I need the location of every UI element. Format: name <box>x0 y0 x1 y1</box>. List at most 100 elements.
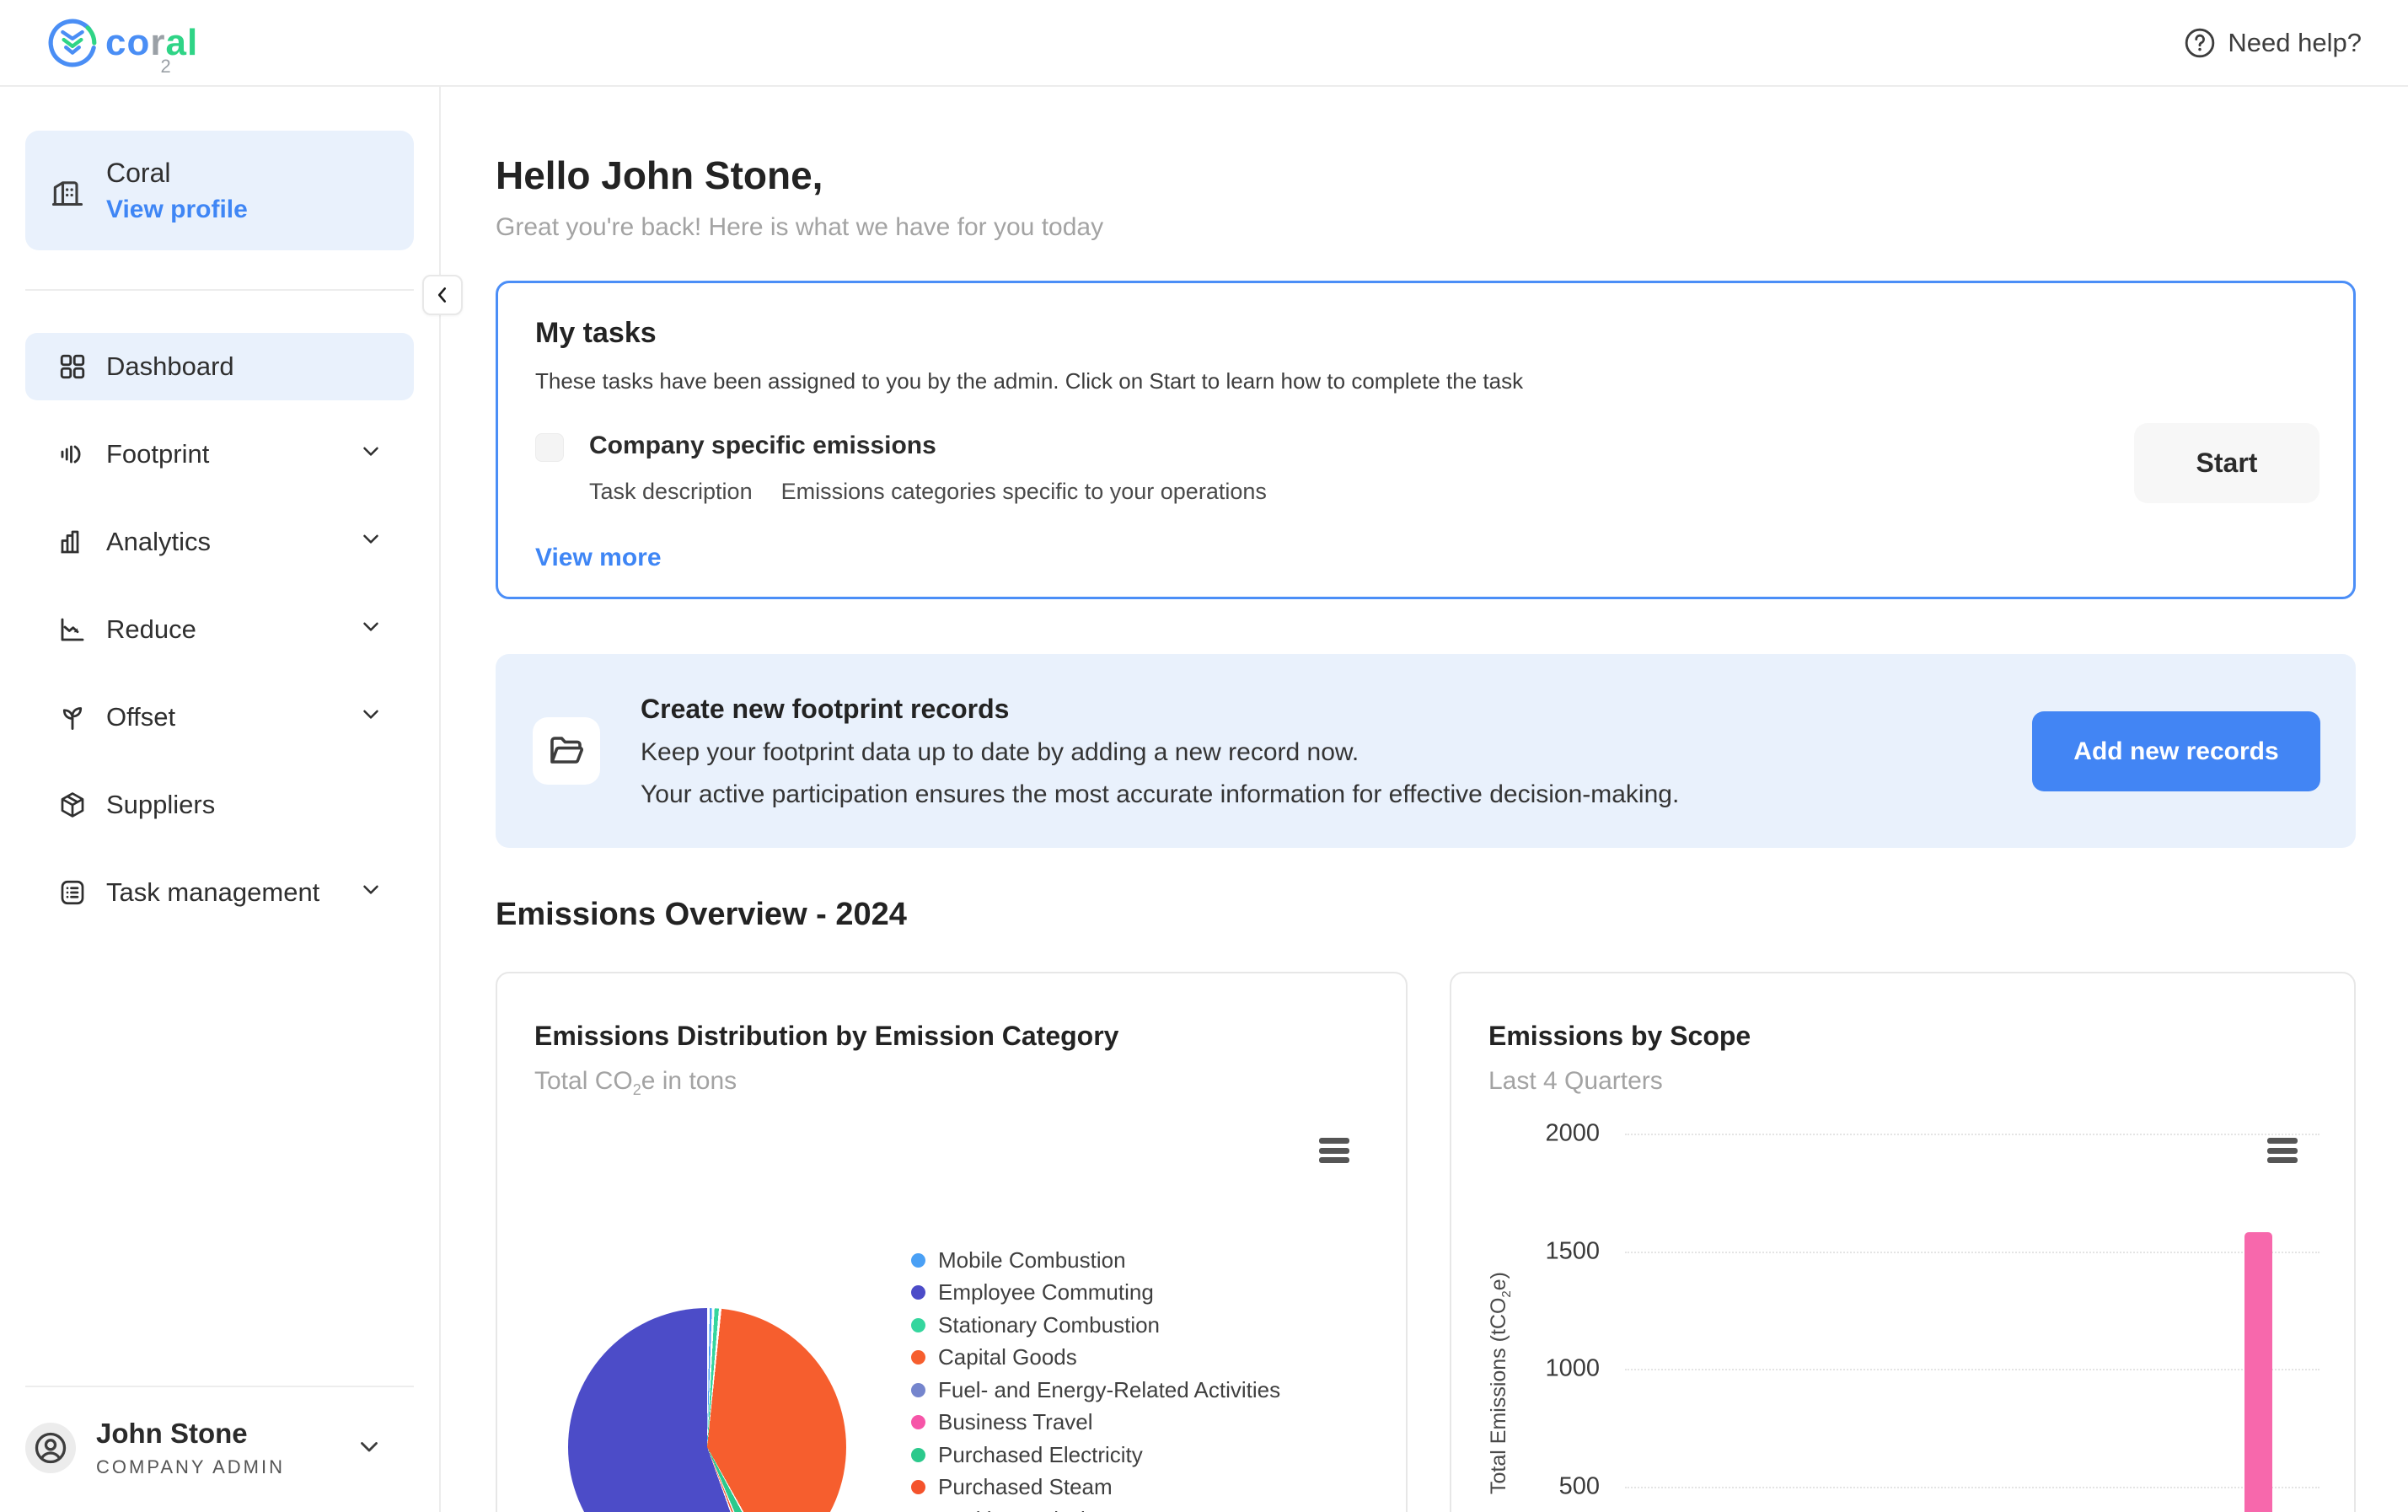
y-tick-label: 500 <box>1451 1473 1600 1501</box>
sidebar-collapse-button[interactable] <box>422 275 463 315</box>
legend-item[interactable]: Purchased Electricity <box>911 1439 1280 1472</box>
task-desc-value: Emissions categories specific to your op… <box>781 479 1267 505</box>
bar-q4[interactable] <box>2244 1232 2272 1512</box>
legend-item[interactable]: Stationary Combustion <box>911 1309 1280 1342</box>
sidebar-item-task-management[interactable]: Task management <box>25 859 414 926</box>
gridline <box>1625 1369 2320 1370</box>
task-name: Company specific emissions <box>589 432 1267 460</box>
chart-menu-icon[interactable] <box>1319 1138 1349 1163</box>
task-desc-label: Task description <box>589 479 753 505</box>
pie-chart-title: Emissions Distribution by Emission Categ… <box>534 1021 1369 1052</box>
chevron-down-icon <box>358 614 383 646</box>
user-circle-icon <box>32 1429 69 1466</box>
pie-legend: Mobile Combustion Employee CommutingStati… <box>911 1244 1280 1512</box>
need-help-label: Need help? <box>2228 28 2362 58</box>
sidebar-item-footprint[interactable]: Footprint <box>25 421 414 488</box>
sidebar-item-label: Suppliers <box>106 790 215 820</box>
reduce-icon <box>57 614 88 645</box>
legend-dot <box>911 1253 925 1268</box>
sidebar-item-suppliers[interactable]: Suppliers <box>25 771 414 839</box>
legend-label: Fugitive Emissions <box>938 1507 1121 1512</box>
sidebar-user-section: John Stone COMPANY ADMIN <box>25 1386 414 1478</box>
legend-label: Mobile Combustion <box>938 1247 1126 1273</box>
user-role: COMPANY ADMIN <box>96 1456 285 1478</box>
legend-label: Business Travel <box>938 1409 1093 1435</box>
legend-item[interactable]: Employee Commuting <box>911 1277 1280 1310</box>
avatar <box>25 1423 76 1473</box>
section-title: Emissions Overview - 2024 <box>496 897 2356 933</box>
task-checkbox[interactable] <box>535 433 564 462</box>
page-subtitle: Great you're back! Here is what we have … <box>496 213 2356 242</box>
sidebar-item-label: Task management <box>106 877 319 908</box>
sidebar-divider <box>25 1386 414 1387</box>
add-new-records-button[interactable]: Add new records <box>2032 711 2320 791</box>
my-tasks-title: My tasks <box>535 317 2316 350</box>
org-name: Coral <box>106 158 248 189</box>
chevron-down-icon <box>358 877 383 909</box>
gridline <box>1625 1134 2320 1135</box>
charts-row: Emissions Distribution by Emission Categ… <box>496 972 2356 1512</box>
sidebar-item-reduce[interactable]: Reduce <box>25 596 414 663</box>
legend-item[interactable]: Capital Goods <box>911 1342 1280 1375</box>
sidebar-item-dashboard[interactable]: Dashboard <box>25 333 414 400</box>
chevron-down-icon <box>358 701 383 733</box>
legend-item[interactable]: Business Travel <box>911 1407 1280 1440</box>
my-tasks-card: My tasks These tasks have been assigned … <box>496 281 2356 599</box>
building-icon <box>49 172 86 209</box>
legend-dot <box>911 1415 925 1429</box>
legend-item[interactable]: Fugitive Emissions <box>911 1504 1280 1512</box>
start-button[interactable]: Start <box>2134 423 2320 503</box>
analytics-icon <box>57 527 88 557</box>
help-circle-icon <box>2184 27 2216 59</box>
sidebar-divider <box>25 289 414 291</box>
coral-logo[interactable]: cor2al <box>46 17 198 69</box>
my-tasks-description: These tasks have been assigned to you by… <box>535 368 2316 394</box>
legend-label: Purchased Electricity <box>938 1442 1143 1468</box>
gridline <box>1625 1487 2320 1488</box>
legend-dot <box>911 1350 925 1365</box>
gridline <box>1625 1252 2320 1253</box>
y-tick-label: 1500 <box>1451 1237 1600 1265</box>
legend-label: Fuel- and Energy-Related Activities <box>938 1377 1280 1403</box>
legend-dot <box>911 1448 925 1462</box>
chevron-down-icon <box>358 438 383 470</box>
view-profile-link[interactable]: View profile <box>106 196 248 224</box>
sidebar-nav: Dashboard Footprint Analytics <box>25 333 414 926</box>
main-content: Hello John Stone, Great you're back! Her… <box>441 87 2408 1512</box>
sidebar-item-label: Offset <box>106 702 175 732</box>
org-profile-card[interactable]: Coral View profile <box>25 131 414 250</box>
seedling-icon <box>57 702 88 732</box>
legend-dot <box>911 1383 925 1397</box>
banner-title: Create new footprint records <box>641 694 1679 725</box>
sidebar-item-label: Dashboard <box>106 351 234 382</box>
legend-label: Capital Goods <box>938 1344 1077 1370</box>
sidebar-item-analytics[interactable]: Analytics <box>25 508 414 576</box>
legend-item[interactable]: Purchased Steam <box>911 1472 1280 1504</box>
chevron-down-icon <box>355 1432 383 1465</box>
banner-line1: Keep your footprint data up to date by a… <box>641 738 1679 767</box>
top-navbar: cor2al Need help? <box>0 0 2408 87</box>
page-title: Hello John Stone, <box>496 153 2356 198</box>
user-name: John Stone <box>96 1418 285 1450</box>
folder-open-icon <box>546 731 587 771</box>
dashboard-icon <box>57 351 88 382</box>
legend-dot <box>911 1480 925 1494</box>
user-menu[interactable]: John Stone COMPANY ADMIN <box>25 1418 414 1478</box>
legend-item[interactable]: Mobile Combustion <box>911 1244 1280 1277</box>
pie-chart-card: Emissions Distribution by Emission Categ… <box>496 972 1408 1512</box>
y-tick-label: 2000 <box>1451 1120 1600 1148</box>
legend-item[interactable]: Fuel- and Energy-Related Activities <box>911 1374 1280 1407</box>
create-records-banner: Create new footprint records Keep your f… <box>496 654 2356 848</box>
sidebar-item-offset[interactable]: Offset <box>25 684 414 751</box>
package-icon <box>57 790 88 820</box>
footprint-icon <box>57 439 88 469</box>
legend-label: Stationary Combustion <box>938 1312 1160 1338</box>
bar-chart-card: Emissions by Scope Last 4 Quarters Total… <box>1450 972 2356 1512</box>
chevron-down-icon <box>358 526 383 558</box>
task-list-icon <box>57 877 88 908</box>
chevron-left-icon <box>432 284 453 306</box>
need-help-button[interactable]: Need help? <box>2184 27 2362 59</box>
view-more-link[interactable]: View more <box>535 544 662 572</box>
pie-chart[interactable] <box>568 1308 846 1512</box>
coral-logo-icon <box>46 17 99 69</box>
